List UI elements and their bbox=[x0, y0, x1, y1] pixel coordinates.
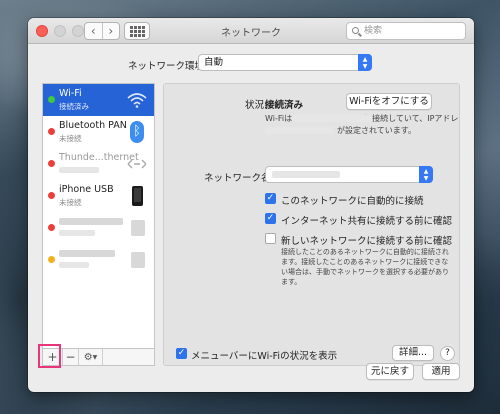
bluetooth-icon: ᛒ bbox=[126, 120, 148, 144]
status-dot-icon bbox=[48, 256, 55, 263]
blurred-ip-address bbox=[265, 127, 333, 134]
service-name: Wi-Fi bbox=[59, 88, 82, 99]
wifi-icon bbox=[126, 88, 148, 112]
ethernet-icon bbox=[126, 152, 148, 176]
status-dot-icon bbox=[48, 160, 55, 167]
service-item-redacted-1[interactable] bbox=[43, 212, 154, 244]
show-wifi-menubar-label: メニューバーにWi-Fiの状況を表示 bbox=[191, 351, 338, 362]
status-dot-icon bbox=[48, 96, 55, 103]
revert-button[interactable]: 元に戻す bbox=[366, 363, 414, 380]
blurred-text bbox=[59, 262, 89, 268]
blurred-network-name bbox=[292, 115, 372, 122]
location-select[interactable]: 自動 ▲ ▼ bbox=[198, 54, 372, 71]
blurred-icon bbox=[131, 252, 145, 268]
turn-wifi-off-button[interactable]: Wi-Fiをオフにする bbox=[346, 93, 432, 110]
iphone-icon bbox=[126, 184, 148, 208]
advanced-button[interactable]: 詳細... bbox=[392, 345, 434, 361]
title-bar: ‹ › ネットワーク 検索 bbox=[28, 18, 474, 44]
action-menu-button[interactable]: ⚙ ▼ bbox=[79, 349, 103, 365]
auto-join-label: このネットワークに自動的に接続 bbox=[281, 196, 424, 207]
service-item-bluetooth-pan[interactable]: Bluetooth PAN 未接続 ᛒ bbox=[43, 116, 154, 148]
search-field[interactable]: 検索 bbox=[346, 22, 466, 40]
service-item-wifi[interactable]: Wi-Fi 接続済み bbox=[43, 84, 154, 116]
blurred-network-name bbox=[272, 171, 340, 178]
location-value: 自動 bbox=[204, 57, 224, 68]
service-status: 未接続 bbox=[59, 198, 82, 207]
network-name-label: ネットワーク名: bbox=[204, 173, 274, 184]
blurred-text bbox=[59, 250, 115, 257]
ask-new-description-1: 接続したことのあるネットワークに自動的に接続され bbox=[281, 248, 449, 256]
add-button-highlight bbox=[38, 344, 61, 368]
status-value: 接続済み bbox=[265, 100, 304, 111]
network-name-select[interactable]: ▲ ▼ bbox=[265, 166, 433, 183]
blurred-text bbox=[59, 167, 99, 173]
apply-button[interactable]: 適用 bbox=[422, 363, 460, 380]
ask-new-description-4: ます。 bbox=[281, 278, 302, 286]
help-button[interactable]: ? bbox=[440, 346, 455, 361]
blurred-icon bbox=[131, 220, 145, 236]
auto-join-checkbox[interactable]: ✓ bbox=[265, 193, 276, 204]
service-name: iPhone USB bbox=[59, 184, 114, 195]
ask-new-network-label: 新しいネットワークに接続する前に確認 bbox=[281, 236, 453, 247]
status-label: 状況: bbox=[245, 100, 268, 111]
blurred-text bbox=[59, 230, 95, 236]
ask-new-description-3: い場合は、手動でネットワークを選択する必要があり bbox=[281, 268, 449, 276]
ask-new-description-2: ます。接続したことのあるネットワークに接続できな bbox=[281, 258, 449, 266]
status-dot-icon bbox=[48, 224, 55, 231]
gear-icon: ⚙ bbox=[83, 351, 93, 363]
detail-panel: 状況: 接続済み Wi-Fiをオフにする Wi-Fiは に接続していて、IPアド… bbox=[163, 83, 460, 366]
service-name: Bluetooth PAN bbox=[59, 120, 127, 131]
service-item-redacted-2[interactable] bbox=[43, 244, 154, 276]
service-list: Wi-Fi 接続済み Bluetooth PAN 未接続 ᛒ Thunde...… bbox=[42, 83, 155, 349]
service-status: 未接続 bbox=[59, 134, 82, 143]
status-dot-icon bbox=[48, 192, 55, 199]
search-icon bbox=[352, 27, 359, 34]
ask-new-network-checkbox[interactable] bbox=[265, 233, 276, 244]
service-status: 接続済み bbox=[59, 102, 89, 111]
ask-hotspot-checkbox[interactable]: ✓ bbox=[265, 213, 276, 224]
service-item-thunderbolt-ethernet[interactable]: Thunde...thernet bbox=[43, 148, 154, 180]
location-label: ネットワーク環境: bbox=[128, 61, 208, 72]
search-placeholder: 検索 bbox=[364, 26, 383, 36]
service-item-iphone-usb[interactable]: iPhone USB 未接続 bbox=[43, 180, 154, 212]
show-wifi-menubar-checkbox[interactable]: ✓ bbox=[176, 348, 187, 359]
ask-hotspot-label: インターネット共有に接続する前に確認 bbox=[281, 216, 453, 227]
blurred-text bbox=[59, 218, 123, 225]
chevron-down-icon: ▼ bbox=[92, 353, 98, 361]
chevron-updown-icon: ▲ ▼ bbox=[419, 166, 433, 183]
status-dot-icon bbox=[48, 128, 55, 135]
remove-service-button[interactable]: − bbox=[63, 349, 79, 365]
network-preferences-window: ‹ › ネットワーク 検索 ネットワーク環境: 自動 ▲ ▼ Wi-Fi 接続済み bbox=[28, 18, 474, 392]
chevron-updown-icon: ▲ ▼ bbox=[358, 54, 372, 71]
